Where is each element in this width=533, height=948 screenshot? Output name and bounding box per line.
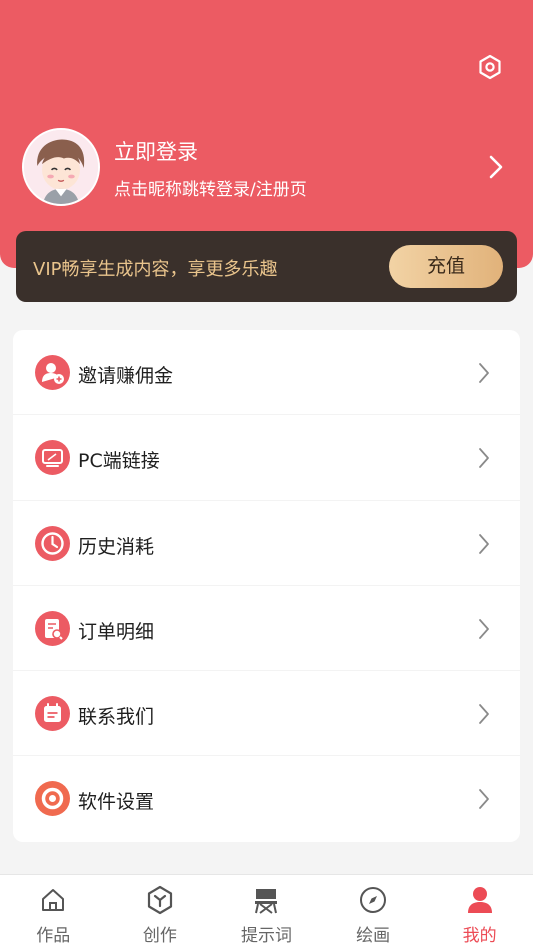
menu-item-contact[interactable]: 联系我们 [13,671,520,757]
user-icon [465,885,495,915]
chevron-right-icon [478,533,490,555]
login-title[interactable]: 立即登录 [114,136,198,166]
chevron-right-icon [478,618,490,640]
tab-label: 我的 [462,926,497,946]
tab-prompts[interactable]: 提示词 [213,875,320,948]
vip-promo-text: VIP畅享生成内容，享更多乐趣 [33,259,278,280]
profile-header: 立即登录 点击昵称跳转登录/注册页 [0,0,533,268]
director-chair-icon [251,885,281,915]
monitor-icon [35,440,70,476]
recharge-button[interactable]: 充值 [389,245,503,288]
vip-banner: VIP畅享生成内容，享更多乐趣 充值 [16,231,517,302]
menu-list: 邀请赚佣金 PC端链接 历史消耗 订单明细 联系我们 软件设置 [13,330,520,842]
avatar[interactable] [22,128,100,206]
login-profile[interactable]: 立即登录 点击昵称跳转登录/注册页 [22,128,512,208]
tab-painting[interactable]: 绘画 [320,875,427,948]
chevron-right-icon [478,362,490,384]
home-icon [38,885,68,915]
tab-label: 创作 [142,926,177,946]
menu-item-label: 订单明细 [78,620,155,643]
chevron-right-icon [478,703,490,725]
menu-item-label: 软件设置 [78,791,155,814]
settings-icon[interactable] [477,54,503,80]
order-search-icon [35,610,70,646]
menu-item-history[interactable]: 历史消耗 [13,501,520,586]
bottom-tab-bar: 作品 创作 提示词 绘画 我的 [0,874,533,948]
menu-item-label: 历史消耗 [78,535,155,558]
invite-user-icon [35,355,70,390]
tab-label: 绘画 [356,926,391,946]
calendar-contact-icon [35,696,70,732]
menu-item-invite[interactable]: 邀请赚佣金 [13,330,520,416]
chevron-right-icon [478,788,490,810]
tab-mine[interactable]: 我的 [426,875,533,948]
create-hexagon-icon [145,885,175,915]
menu-item-label: 联系我们 [78,706,155,729]
login-subtitle[interactable]: 点击昵称跳转登录/注册页 [114,175,307,200]
compass-icon [358,885,388,915]
tab-create[interactable]: 创作 [107,875,214,948]
tab-label: 作品 [36,926,71,946]
settings-ring-icon [35,781,70,817]
history-clock-icon [35,525,70,561]
menu-item-label: 邀请赚佣金 [78,365,174,387]
tab-works[interactable]: 作品 [0,875,107,948]
chevron-right-icon [478,447,490,469]
menu-item-label: PC端链接 [78,450,160,473]
menu-item-settings[interactable]: 软件设置 [13,756,520,841]
chevron-right-icon[interactable] [488,154,504,180]
menu-item-orders[interactable]: 订单明细 [13,586,520,672]
tab-label: 提示词 [240,926,292,946]
menu-item-pc-link[interactable]: PC端链接 [13,415,520,501]
